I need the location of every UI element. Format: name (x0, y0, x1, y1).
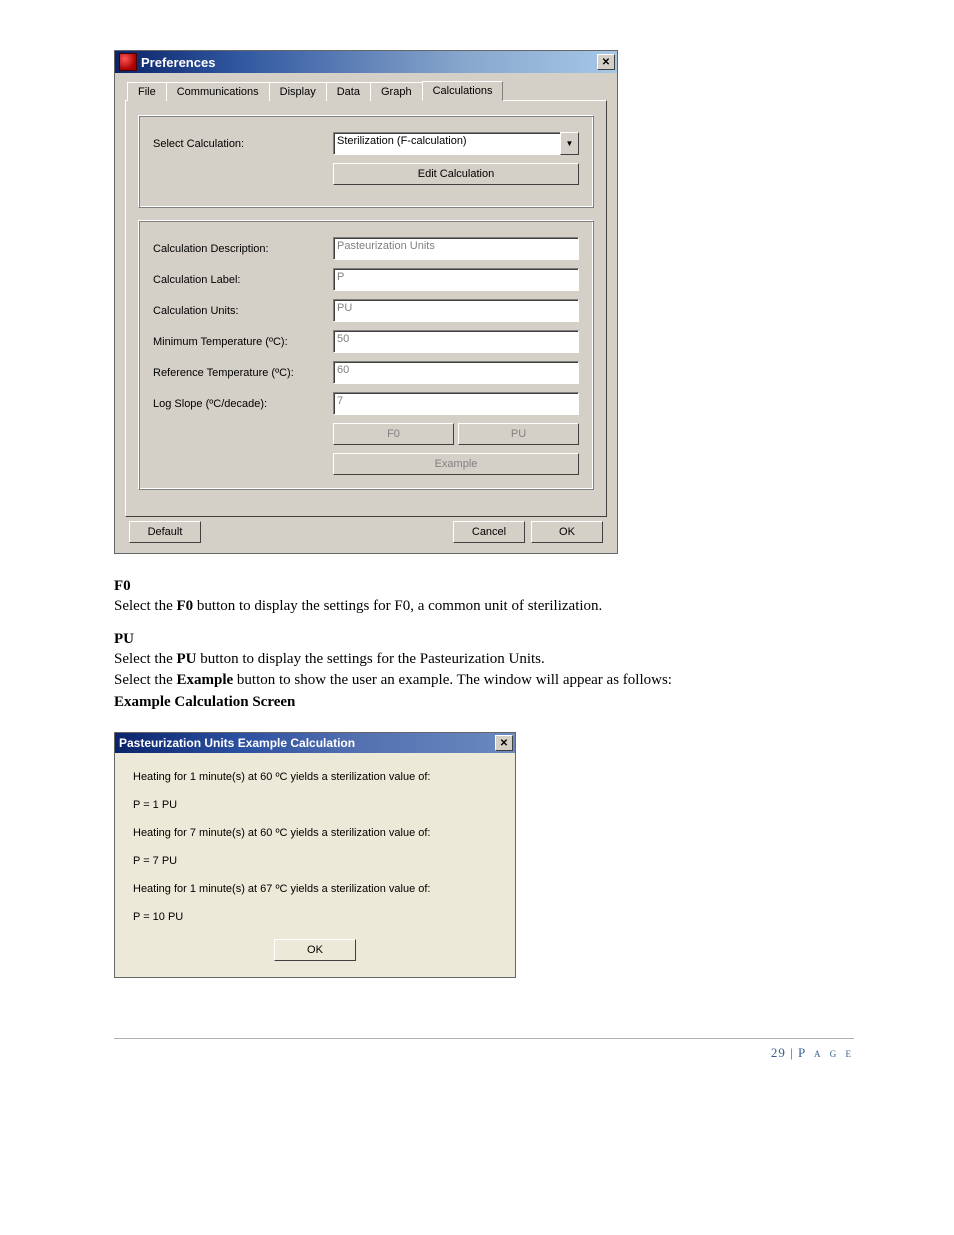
calc-units-label: Calculation Units: (153, 305, 333, 317)
ok-button[interactable]: OK (531, 521, 603, 543)
tab-graph[interactable]: Graph (370, 82, 423, 101)
select-calc-value: Sterilization (F-calculation) (333, 132, 560, 155)
calc-desc-label: Calculation Description: (153, 243, 333, 255)
window-title: Preferences (141, 55, 597, 70)
ref-temp-label: Reference Temperature (ºC): (153, 367, 333, 379)
min-temp-input[interactable]: 50 (333, 330, 579, 353)
heading-example-screen: Example Calculation Screen (114, 693, 854, 713)
tab-bar: File Communications Display Data Graph C… (115, 73, 617, 101)
tab-data[interactable]: Data (326, 82, 371, 101)
document-text: F0 Select the F0 button to display the s… (114, 578, 854, 712)
ref-temp-input[interactable]: 60 (333, 361, 579, 384)
example-line-3: Heating for 7 minute(s) at 60 ºC yields … (133, 827, 497, 839)
select-calc-dropdown[interactable]: Sterilization (F-calculation) ▼ (333, 132, 579, 155)
example-dialog: Pasteurization Units Example Calculation… (114, 732, 516, 978)
app-icon (119, 53, 137, 71)
para-example: Select the Example button to show the us… (114, 671, 854, 691)
min-temp-label: Minimum Temperature (ºC): (153, 336, 333, 348)
example-line-2: P = 1 PU (133, 799, 497, 811)
select-calc-group: Select Calculation: Sterilization (F-cal… (138, 115, 594, 208)
para-pu: Select the PU button to display the sett… (114, 650, 854, 670)
example-body: Heating for 1 minute(s) at 60 ºC yields … (115, 753, 515, 961)
calc-fields-group: Calculation Description: Pasteurization … (138, 220, 594, 490)
example-title: Pasteurization Units Example Calculation (119, 736, 495, 750)
cancel-button[interactable]: Cancel (453, 521, 525, 543)
example-line-5: Heating for 1 minute(s) at 67 ºC yields … (133, 883, 497, 895)
calc-units-input[interactable]: PU (333, 299, 579, 322)
heading-pu: PU (114, 631, 854, 648)
f0-button[interactable]: F0 (333, 423, 454, 445)
preferences-dialog: Preferences ✕ File Communications Displa… (114, 50, 618, 554)
pu-button[interactable]: PU (458, 423, 579, 445)
example-button[interactable]: Example (333, 453, 579, 475)
log-slope-input[interactable]: 7 (333, 392, 579, 415)
edit-calculation-button[interactable]: Edit Calculation (333, 163, 579, 185)
example-line-4: P = 7 PU (133, 855, 497, 867)
default-button[interactable]: Default (129, 521, 201, 543)
calc-desc-input[interactable]: Pasteurization Units (333, 237, 579, 260)
tab-display[interactable]: Display (269, 82, 327, 101)
select-calc-label: Select Calculation: (153, 138, 333, 150)
page-number: 29 (771, 1045, 786, 1060)
tab-calculations[interactable]: Calculations (422, 81, 504, 101)
calc-label-label: Calculation Label: (153, 274, 333, 286)
tab-communications[interactable]: Communications (166, 82, 270, 101)
titlebar: Preferences ✕ (115, 51, 617, 73)
example-line-1: Heating for 1 minute(s) at 60 ºC yields … (133, 771, 497, 783)
example-line-6: P = 10 PU (133, 911, 497, 923)
tab-body: Select Calculation: Sterilization (F-cal… (125, 100, 607, 517)
close-icon[interactable]: ✕ (495, 735, 513, 751)
page-label: P a g e (798, 1045, 854, 1060)
log-slope-label: Log Slope (ºC/decade): (153, 398, 333, 410)
dialog-button-bar: Default Cancel OK (115, 517, 617, 543)
heading-f0: F0 (114, 578, 854, 595)
tab-file[interactable]: File (127, 82, 167, 101)
example-ok-button[interactable]: OK (274, 939, 356, 961)
chevron-down-icon[interactable]: ▼ (560, 132, 579, 155)
page-footer: 29 | P a g e (114, 1038, 854, 1061)
example-titlebar: Pasteurization Units Example Calculation… (115, 733, 515, 753)
calc-label-input[interactable]: P (333, 268, 579, 291)
close-icon[interactable]: ✕ (597, 54, 615, 70)
para-f0: Select the F0 button to display the sett… (114, 597, 854, 617)
